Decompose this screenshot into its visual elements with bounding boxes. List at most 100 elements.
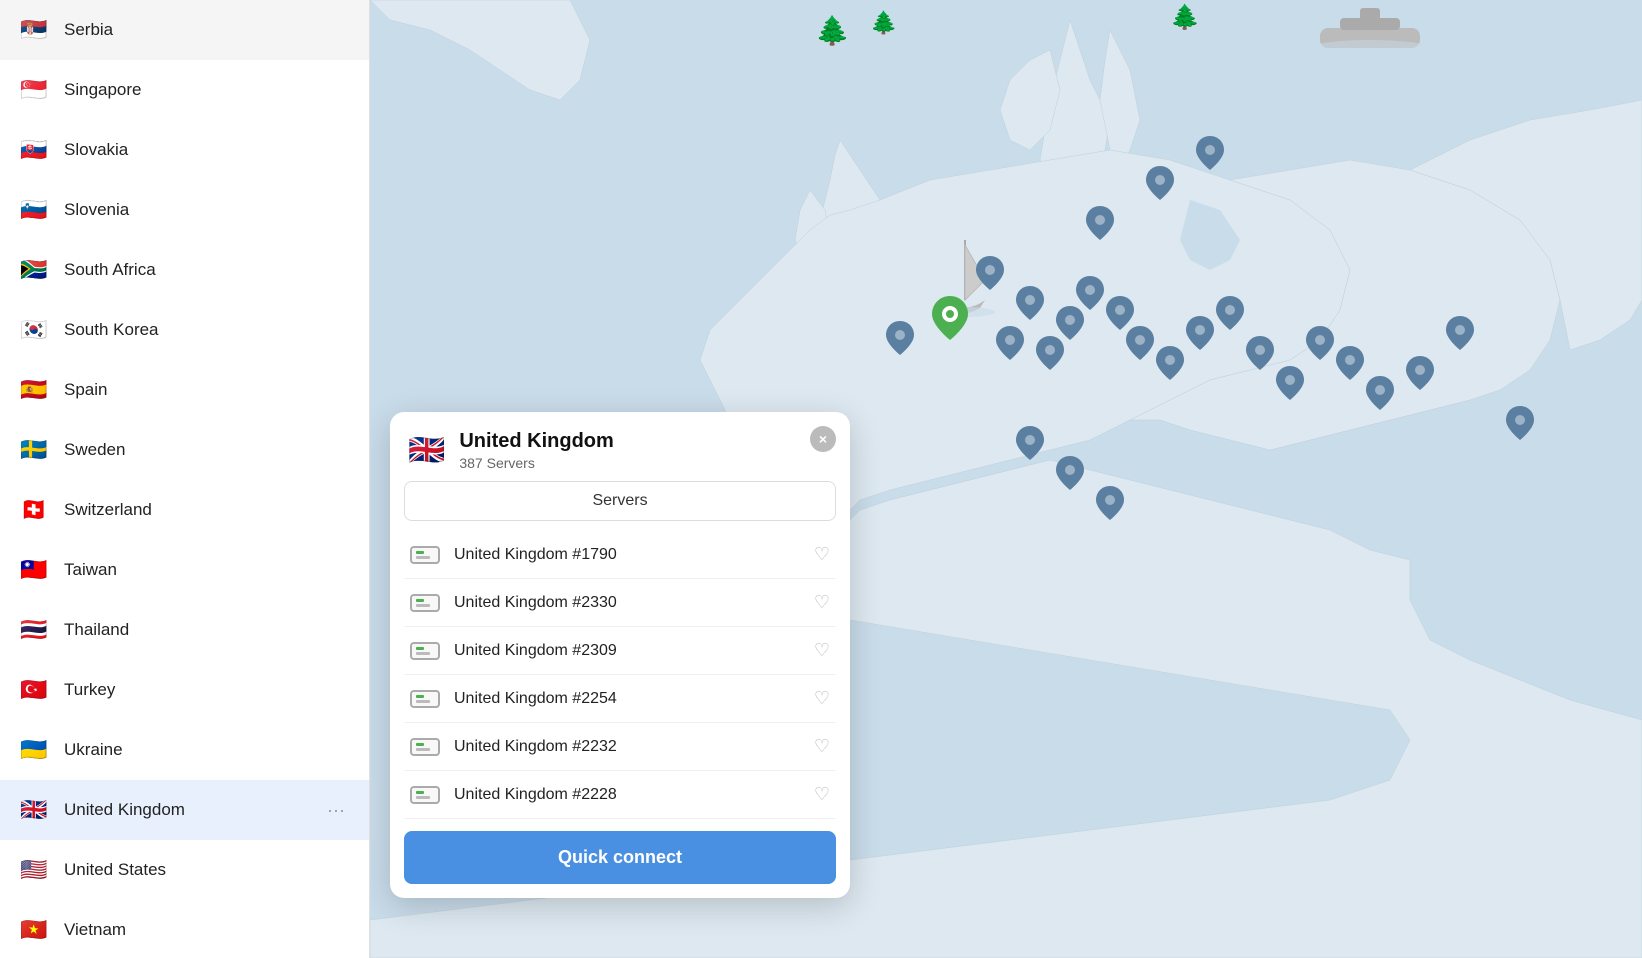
server-name-3: United Kingdom #2254 <box>454 690 814 708</box>
server-icon-0 <box>410 546 440 564</box>
label-united-kingdom: United Kingdom <box>64 800 321 820</box>
map-pin-north2[interactable] <box>1146 166 1174 200</box>
map-pin-5[interactable] <box>1036 336 1064 370</box>
server-icon-5 <box>410 786 440 804</box>
map-pin-3[interactable] <box>1016 286 1044 320</box>
flag-south-africa: 🇿🇦 <box>18 254 50 286</box>
map-pin-south1[interactable] <box>1016 426 1044 460</box>
map-pin-6[interactable] <box>1056 306 1084 340</box>
flag-singapore: 🇸🇬 <box>18 74 50 106</box>
server-name-1: United Kingdom #2330 <box>454 594 814 612</box>
svg-text:🌲: 🌲 <box>870 10 897 35</box>
server-item-0[interactable]: United Kingdom #1790 ♡ <box>404 531 836 579</box>
server-item-5[interactable]: United Kingdom #2228 ♡ <box>404 771 836 819</box>
favorite-button-5[interactable]: ♡ <box>814 784 830 805</box>
favorite-button-4[interactable]: ♡ <box>814 736 830 757</box>
map-pin-19[interactable] <box>1446 316 1474 350</box>
quick-connect-button[interactable]: Quick connect <box>404 831 836 884</box>
sidebar-item-taiwan[interactable]: 🇹🇼 Taiwan <box>0 540 369 600</box>
server-name-0: United Kingdom #1790 <box>454 546 814 564</box>
map-pin-10[interactable] <box>1156 346 1184 380</box>
sidebar-item-united-kingdom[interactable]: 🇬🇧 United Kingdom ··· <box>0 780 369 840</box>
map-pin-18[interactable] <box>1406 356 1434 390</box>
sidebar-item-south-korea[interactable]: 🇰🇷 South Korea <box>0 300 369 360</box>
label-singapore: Singapore <box>64 80 351 100</box>
favorite-button-0[interactable]: ♡ <box>814 544 830 565</box>
label-thailand: Thailand <box>64 620 351 640</box>
map-pin-14[interactable] <box>1276 366 1304 400</box>
flag-ukraine: 🇺🇦 <box>18 734 50 766</box>
map-pin-17[interactable] <box>1366 376 1394 410</box>
server-item-2[interactable]: United Kingdom #2309 ♡ <box>404 627 836 675</box>
sidebar-item-thailand[interactable]: 🇹🇭 Thailand <box>0 600 369 660</box>
server-name-4: United Kingdom #2232 <box>454 738 814 756</box>
sidebar-item-serbia[interactable]: 🇷🇸 Serbia <box>0 0 369 60</box>
map-pin-2[interactable] <box>976 256 1004 290</box>
sidebar-item-turkey[interactable]: 🇹🇷 Turkey <box>0 660 369 720</box>
sidebar-item-united-states[interactable]: 🇺🇸 United States <box>0 840 369 900</box>
server-list: United Kingdom #1790 ♡ United Kingdom #2… <box>390 531 850 819</box>
flag-serbia: 🇷🇸 <box>18 14 50 46</box>
label-serbia: Serbia <box>64 20 351 40</box>
sidebar-item-vietnam[interactable]: 🇻🇳 Vietnam <box>0 900 369 958</box>
map-pin-15[interactable] <box>1306 326 1334 360</box>
label-sweden: Sweden <box>64 440 351 460</box>
sidebar-item-slovenia[interactable]: 🇸🇮 Slovenia <box>0 180 369 240</box>
map-pin-13[interactable] <box>1246 336 1274 370</box>
popup-server-count: 387 Servers <box>459 455 613 471</box>
flag-united-kingdom: 🇬🇧 <box>18 794 50 826</box>
active-map-pin[interactable] <box>932 296 968 340</box>
server-name-5: United Kingdom #2228 <box>454 786 814 804</box>
label-slovenia: Slovenia <box>64 200 351 220</box>
popup-country-name: United Kingdom <box>459 430 613 453</box>
popup-flag: 🇬🇧 <box>408 433 445 468</box>
flag-sweden: 🇸🇪 <box>18 434 50 466</box>
map-pin-north1[interactable] <box>1086 206 1114 240</box>
favorite-button-1[interactable]: ♡ <box>814 592 830 613</box>
flag-united-states: 🇺🇸 <box>18 854 50 886</box>
map-pin-9[interactable] <box>1126 326 1154 360</box>
sidebar-item-singapore[interactable]: 🇸🇬 Singapore <box>0 60 369 120</box>
favorite-button-2[interactable]: ♡ <box>814 640 830 661</box>
map-pin-south2[interactable] <box>1056 456 1084 490</box>
flag-vietnam: 🇻🇳 <box>18 914 50 946</box>
sidebar-item-south-africa[interactable]: 🇿🇦 South Africa <box>0 240 369 300</box>
server-item-4[interactable]: United Kingdom #2232 ♡ <box>404 723 836 771</box>
flag-south-korea: 🇰🇷 <box>18 314 50 346</box>
svg-text:🌲: 🌲 <box>815 14 850 47</box>
label-united-states: United States <box>64 860 351 880</box>
label-south-africa: South Africa <box>64 260 351 280</box>
server-icon-4 <box>410 738 440 756</box>
sidebar-item-sweden[interactable]: 🇸🇪 Sweden <box>0 420 369 480</box>
map-pin-7[interactable] <box>1076 276 1104 310</box>
label-vietnam: Vietnam <box>64 920 351 940</box>
map-pin-4[interactable] <box>996 326 1024 360</box>
sidebar-item-ukraine[interactable]: 🇺🇦 Ukraine <box>0 720 369 780</box>
server-icon-2 <box>410 642 440 660</box>
sidebar-item-spain[interactable]: 🇪🇸 Spain <box>0 360 369 420</box>
map-pin-north3[interactable] <box>1196 136 1224 170</box>
label-taiwan: Taiwan <box>64 560 351 580</box>
label-spain: Spain <box>64 380 351 400</box>
flag-thailand: 🇹🇭 <box>18 614 50 646</box>
popup-close-button[interactable]: × <box>810 426 836 452</box>
map-area: 🌲 🌲 🌲 <box>370 0 1642 958</box>
map-pin-8[interactable] <box>1106 296 1134 330</box>
map-pin-16[interactable] <box>1336 346 1364 380</box>
flag-slovenia: 🇸🇮 <box>18 194 50 226</box>
sidebar: 🇷🇸 Serbia 🇸🇬 Singapore 🇸🇰 Slovakia 🇸🇮 Sl… <box>0 0 370 958</box>
server-item-3[interactable]: United Kingdom #2254 ♡ <box>404 675 836 723</box>
country-list: 🇷🇸 Serbia 🇸🇬 Singapore 🇸🇰 Slovakia 🇸🇮 Sl… <box>0 0 369 958</box>
popup-tab-servers[interactable]: Servers <box>404 481 836 521</box>
sidebar-item-switzerland[interactable]: 🇨🇭 Switzerland <box>0 480 369 540</box>
map-pin-12[interactable] <box>1216 296 1244 330</box>
map-pin-south3[interactable] <box>1096 486 1124 520</box>
map-pin-20[interactable] <box>1506 406 1534 440</box>
map-pin-11[interactable] <box>1186 316 1214 350</box>
server-item-1[interactable]: United Kingdom #2330 ♡ <box>404 579 836 627</box>
more-button-united-kingdom[interactable]: ··· <box>321 798 351 823</box>
map-pin-1[interactable] <box>886 321 914 355</box>
favorite-button-3[interactable]: ♡ <box>814 688 830 709</box>
sidebar-item-slovakia[interactable]: 🇸🇰 Slovakia <box>0 120 369 180</box>
label-slovakia: Slovakia <box>64 140 351 160</box>
